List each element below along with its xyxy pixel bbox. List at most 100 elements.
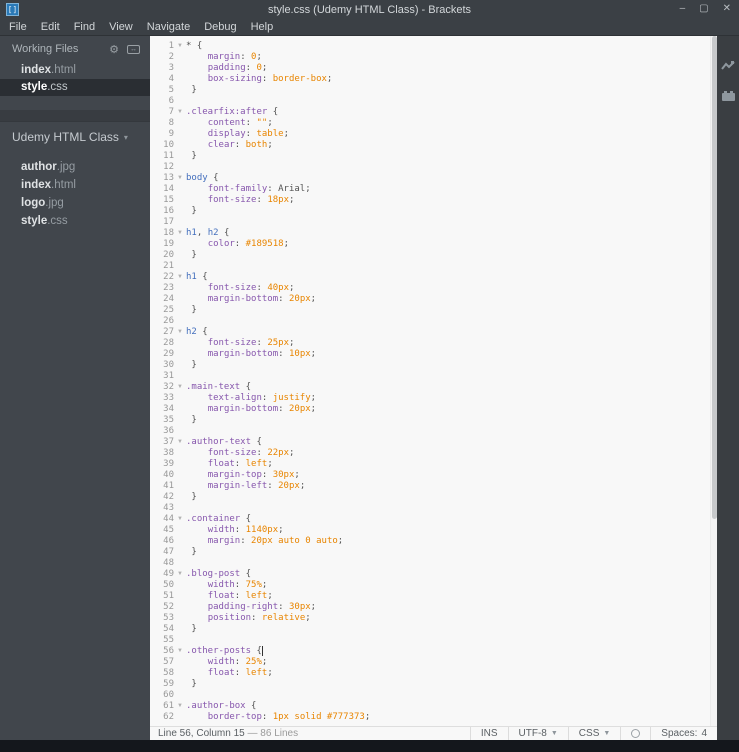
- fold-arrow-icon[interactable]: ▼: [174, 514, 186, 525]
- code-line-23[interactable]: 23 font-size: 40px;: [150, 283, 717, 294]
- close-button[interactable]: ✕: [723, 1, 731, 17]
- project-file-author.jpg[interactable]: author.jpg: [0, 158, 150, 176]
- code-line-25[interactable]: 25 }: [150, 305, 717, 316]
- menu-help[interactable]: Help: [244, 19, 281, 35]
- code-line-6[interactable]: 6: [150, 96, 717, 107]
- fold-arrow-icon[interactable]: ▼: [174, 382, 186, 393]
- code-line-46[interactable]: 46 margin: 20px auto 0 auto;: [150, 536, 717, 547]
- code-line-19[interactable]: 19 color: #189518;: [150, 239, 717, 250]
- code-line-28[interactable]: 28 font-size: 25px;: [150, 338, 717, 349]
- code-line-12[interactable]: 12: [150, 162, 717, 173]
- code-line-2[interactable]: 2 margin: 0;: [150, 52, 717, 63]
- code-line-32[interactable]: 32 ▼ .main-text {: [150, 382, 717, 393]
- live-preview-icon[interactable]: [721, 60, 735, 72]
- gear-icon[interactable]: ⚙: [109, 43, 119, 56]
- code-line-15[interactable]: 15 font-size: 18px;: [150, 195, 717, 206]
- menu-debug[interactable]: Debug: [197, 19, 243, 35]
- scrollbar-thumb[interactable]: [712, 36, 717, 519]
- code-line-42[interactable]: 42 }: [150, 492, 717, 503]
- code-line-56[interactable]: 56 ▼ .other-posts {: [150, 646, 717, 657]
- code-line-62[interactable]: 62 border-top: 1px solid #777373;: [150, 712, 717, 723]
- code-line-51[interactable]: 51 float: left;: [150, 591, 717, 602]
- code-line-44[interactable]: 44 ▼ .container {: [150, 514, 717, 525]
- fold-arrow-icon[interactable]: ▼: [174, 327, 186, 338]
- code-area[interactable]: 1 ▼ * {2 margin: 0; 3 padding: 0; 4 box-sizi…: [150, 36, 717, 726]
- fold-arrow-icon[interactable]: ▼: [174, 228, 186, 239]
- code-line-58[interactable]: 58 float: left;: [150, 668, 717, 679]
- maximize-button[interactable]: ▢: [699, 1, 708, 17]
- fold-arrow-icon[interactable]: ▼: [174, 437, 186, 448]
- code-line-39[interactable]: 39 float: left;: [150, 459, 717, 470]
- lint-status[interactable]: [620, 727, 650, 740]
- code-line-52[interactable]: 52 padding-right: 30px;: [150, 602, 717, 613]
- fold-arrow-icon[interactable]: ▼: [174, 41, 186, 52]
- code-line-24[interactable]: 24 margin-bottom: 20px;: [150, 294, 717, 305]
- fold-arrow-icon[interactable]: ▼: [174, 173, 186, 184]
- code-line-4[interactable]: 4 box-sizing: border-box;: [150, 74, 717, 85]
- code-line-41[interactable]: 41 margin-left: 20px;: [150, 481, 717, 492]
- language-selector[interactable]: CSS ▼: [567, 727, 621, 740]
- fold-arrow-icon[interactable]: ▼: [174, 272, 186, 283]
- code-line-48[interactable]: 48: [150, 558, 717, 569]
- code-line-13[interactable]: 13 ▼ body {: [150, 173, 717, 184]
- vertical-scrollbar[interactable]: [710, 36, 717, 726]
- code-line-45[interactable]: 45 width: 1140px;: [150, 525, 717, 536]
- code-line-55[interactable]: 55: [150, 635, 717, 646]
- code-line-14[interactable]: 14 font-family: Arial;: [150, 184, 717, 195]
- code-line-35[interactable]: 35 }: [150, 415, 717, 426]
- code-line-5[interactable]: 5 }: [150, 85, 717, 96]
- code-line-53[interactable]: 53 position: relative;: [150, 613, 717, 624]
- code-line-30[interactable]: 30 }: [150, 360, 717, 371]
- code-line-40[interactable]: 40 margin-top: 30px;: [150, 470, 717, 481]
- menu-file[interactable]: File: [2, 19, 34, 35]
- code-line-50[interactable]: 50 width: 75%;: [150, 580, 717, 591]
- project-file-style.css[interactable]: style.css: [0, 212, 150, 230]
- code-line-59[interactable]: 59 }: [150, 679, 717, 690]
- project-file-logo.jpg[interactable]: logo.jpg: [0, 194, 150, 212]
- code-line-47[interactable]: 47 }: [150, 547, 717, 558]
- minimize-button[interactable]: –: [680, 1, 686, 17]
- code-line-29[interactable]: 29 margin-bottom: 10px;: [150, 349, 717, 360]
- split-view-icon[interactable]: ↔: [127, 44, 140, 54]
- project-file-index.html[interactable]: index.html: [0, 176, 150, 194]
- fold-arrow-icon[interactable]: ▼: [174, 646, 186, 657]
- code-line-16[interactable]: 16 }: [150, 206, 717, 217]
- working-file-index.html[interactable]: index.html: [0, 62, 150, 79]
- code-line-1[interactable]: 1 ▼ * {: [150, 41, 717, 52]
- code-line-57[interactable]: 57 width: 25%;: [150, 657, 717, 668]
- indent-settings[interactable]: Spaces: 4: [650, 727, 717, 740]
- code-line-54[interactable]: 54 }: [150, 624, 717, 635]
- code-line-31[interactable]: 31: [150, 371, 717, 382]
- code-line-38[interactable]: 38 font-size: 22px;: [150, 448, 717, 459]
- code-line-37[interactable]: 37 ▼ .author-text {: [150, 437, 717, 448]
- code-line-43[interactable]: 43: [150, 503, 717, 514]
- code-line-10[interactable]: 10 clear: both;: [150, 140, 717, 151]
- code-line-8[interactable]: 8 content: "";: [150, 118, 717, 129]
- code-line-3[interactable]: 3 padding: 0;: [150, 63, 717, 74]
- code-line-21[interactable]: 21: [150, 261, 717, 272]
- code-line-61[interactable]: 61 ▼ .author-box {: [150, 701, 717, 712]
- project-dropdown[interactable]: Udemy HTML Class ▾: [0, 122, 150, 152]
- code-line-49[interactable]: 49 ▼ .blog-post {: [150, 569, 717, 580]
- code-line-17[interactable]: 17: [150, 217, 717, 228]
- code-line-11[interactable]: 11 }: [150, 151, 717, 162]
- working-file-style.css[interactable]: style.css: [0, 79, 150, 96]
- insert-mode-indicator[interactable]: INS: [469, 727, 508, 740]
- code-line-60[interactable]: 60: [150, 690, 717, 701]
- code-line-27[interactable]: 27 ▼ h2 {: [150, 327, 717, 338]
- code-line-22[interactable]: 22 ▼ h1 {: [150, 272, 717, 283]
- code-line-20[interactable]: 20 }: [150, 250, 717, 261]
- code-line-18[interactable]: 18 ▼ h1, h2 {: [150, 228, 717, 239]
- menu-edit[interactable]: Edit: [34, 19, 67, 35]
- fold-arrow-icon[interactable]: ▼: [174, 107, 186, 118]
- code-line-34[interactable]: 34 margin-bottom: 20px;: [150, 404, 717, 415]
- code-line-7[interactable]: 7 ▼ .clearfix:after {: [150, 107, 717, 118]
- code-line-9[interactable]: 9 display: table;: [150, 129, 717, 140]
- menu-view[interactable]: View: [102, 19, 140, 35]
- code-line-36[interactable]: 36: [150, 426, 717, 437]
- fold-arrow-icon[interactable]: ▼: [174, 701, 186, 712]
- editor-pane[interactable]: 1 ▼ * {2 margin: 0; 3 padding: 0; 4 box-sizi…: [150, 36, 717, 740]
- menu-find[interactable]: Find: [67, 19, 102, 35]
- encoding-selector[interactable]: UTF-8 ▼: [507, 727, 568, 740]
- fold-arrow-icon[interactable]: ▼: [174, 569, 186, 580]
